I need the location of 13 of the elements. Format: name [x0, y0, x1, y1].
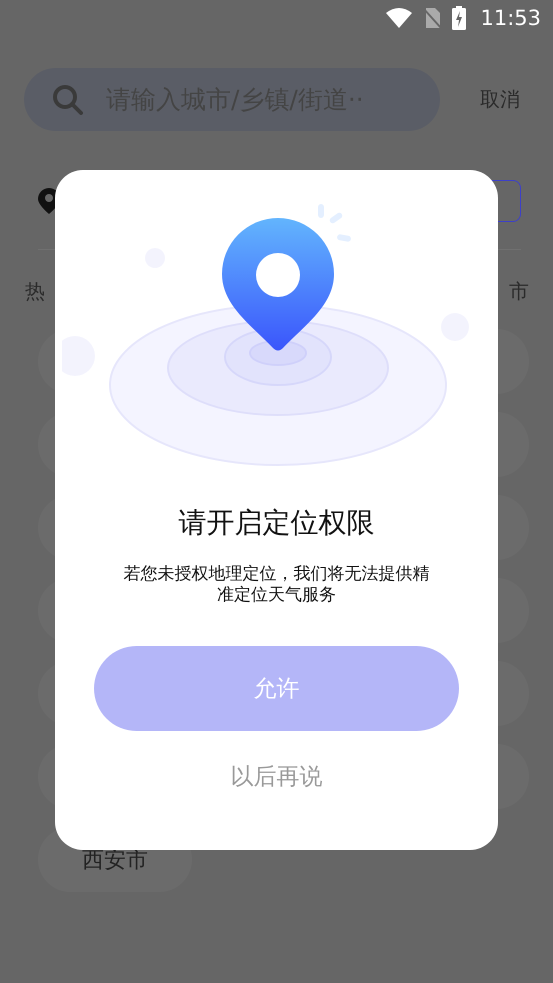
- search-icon: [52, 84, 84, 116]
- cancel-link[interactable]: 取消: [480, 86, 520, 113]
- battery-charging-icon: [452, 6, 466, 30]
- section-heading: 市: [509, 278, 529, 305]
- sparkle-marks: [318, 204, 352, 242]
- wifi-icon: [386, 8, 412, 28]
- later-link[interactable]: 以后再说: [230, 761, 322, 792]
- section-heading: 热: [25, 278, 45, 305]
- allow-button[interactable]: 允许: [94, 646, 459, 731]
- map-pin-icon: [222, 218, 334, 350]
- dialog-title: 请开启定位权限: [178, 505, 374, 541]
- dialog-message: 若您未授权地理定位，我们将无法提供精准定位天气服务: [122, 564, 430, 606]
- status-time: 11:53: [480, 6, 541, 30]
